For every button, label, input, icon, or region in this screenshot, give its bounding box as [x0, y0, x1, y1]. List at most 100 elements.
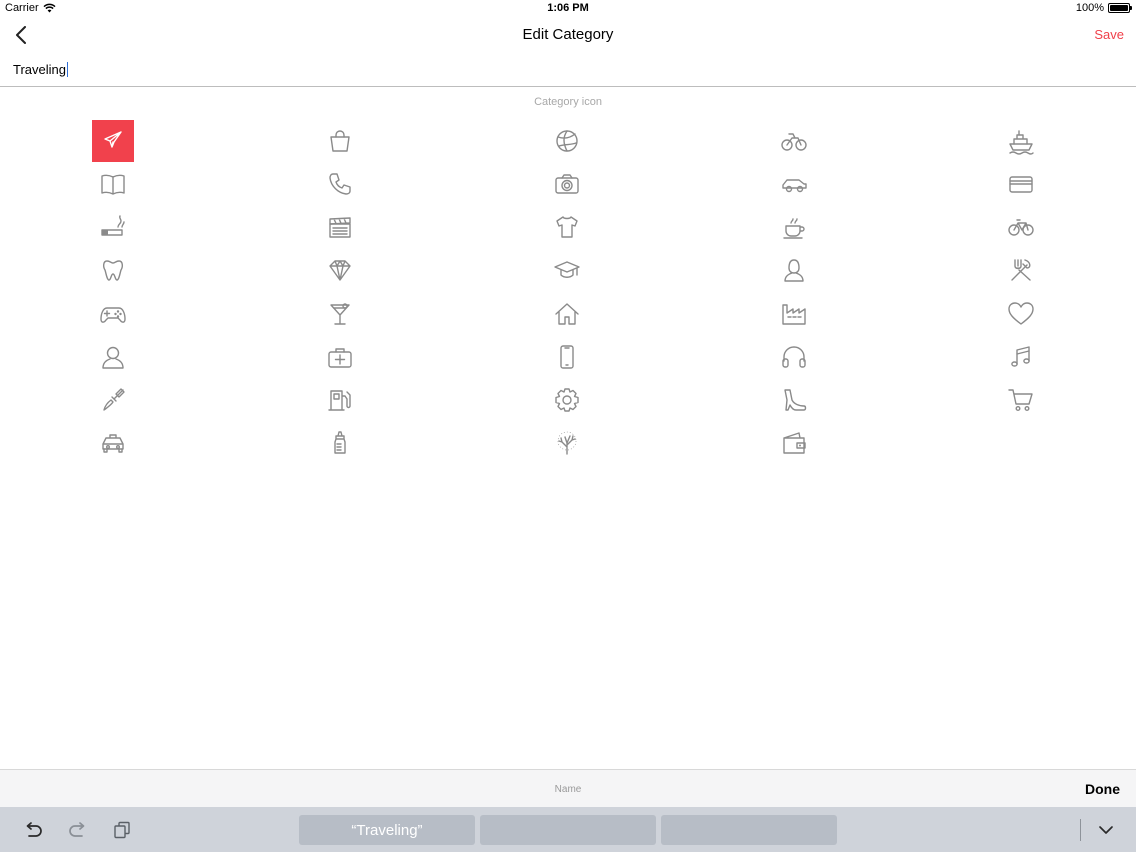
icon-option-tree[interactable]	[546, 422, 588, 464]
shopping-cart-icon	[1008, 389, 1033, 412]
suggestion-1[interactable]: “Traveling”	[299, 815, 475, 845]
paste-button[interactable]	[110, 818, 134, 842]
icon-option-fuel-pump[interactable]	[319, 379, 361, 421]
first-aid-kit-icon	[328, 348, 352, 368]
car-icon	[782, 179, 807, 193]
factory-icon	[782, 304, 806, 325]
category-name-value: Traveling	[13, 62, 66, 77]
coffee-cup-icon	[783, 218, 805, 239]
icon-option-first-aid-kit[interactable]	[319, 336, 361, 378]
baby-bottle-icon	[334, 431, 346, 454]
icon-option-diamond[interactable]	[319, 249, 361, 291]
icon-option-motorcycle[interactable]	[773, 120, 815, 162]
phone-icon	[329, 173, 351, 195]
clock: 1:06 PM	[547, 2, 589, 14]
tshirt-icon	[556, 216, 578, 238]
text-caret	[66, 62, 69, 77]
done-button[interactable]: Done	[1085, 781, 1120, 797]
save-button[interactable]: Save	[1094, 27, 1124, 42]
icon-option-high-heel[interactable]	[773, 379, 815, 421]
section-label: Category icon	[534, 96, 602, 108]
headphones-icon	[782, 346, 806, 368]
icon-option-heart[interactable]	[1000, 293, 1042, 335]
icon-option-shopping-bag[interactable]	[319, 120, 361, 162]
dismiss-keyboard-button[interactable]	[1094, 818, 1118, 842]
icon-option-bicycle[interactable]	[1000, 206, 1042, 248]
icon-option-volleyball[interactable]	[546, 120, 588, 162]
icon-option-camera[interactable]	[546, 163, 588, 205]
wallet-icon	[783, 432, 806, 454]
icon-option-shopping-cart[interactable]	[1000, 379, 1042, 421]
credit-card-icon	[1009, 176, 1033, 193]
heart-icon	[1008, 302, 1034, 325]
redo-icon	[69, 822, 85, 837]
battery-percent: 100%	[1075, 2, 1104, 14]
volleyball-icon	[556, 130, 578, 152]
smartphone-icon	[560, 345, 574, 369]
keyboard-accessory-bar: Name Done	[0, 769, 1136, 807]
battery-icon	[1108, 3, 1132, 13]
icon-option-fork-knife[interactable]	[1000, 249, 1042, 291]
person-icon	[102, 346, 124, 369]
page-title: Edit Category	[522, 26, 614, 43]
icon-option-gamepad[interactable]	[92, 293, 134, 335]
chevron-down-icon	[1099, 826, 1113, 834]
icon-option-music-note[interactable]	[1000, 336, 1042, 378]
icon-option-airplane[interactable]	[92, 120, 134, 162]
icon-option-coffee-cup[interactable]	[773, 206, 815, 248]
icon-option-factory[interactable]	[773, 293, 815, 335]
icon-option-car[interactable]	[773, 163, 815, 205]
icon-option-gear[interactable]	[546, 379, 588, 421]
cigarette-icon	[101, 215, 125, 236]
taxi-icon	[102, 434, 124, 453]
suggestion-2[interactable]	[480, 815, 656, 845]
graduation-cap-icon	[554, 261, 580, 278]
icon-option-baby-bottle[interactable]	[319, 422, 361, 464]
person-female-icon	[784, 259, 804, 282]
icon-option-smartphone[interactable]	[546, 336, 588, 378]
icon-option-person-female[interactable]	[773, 249, 815, 291]
icon-option-phone[interactable]	[319, 163, 361, 205]
ship-icon	[1009, 130, 1034, 155]
icon-option-ship[interactable]	[1000, 120, 1042, 162]
icon-option-taxi[interactable]	[92, 422, 134, 464]
motorcycle-icon	[781, 133, 807, 151]
fork-knife-icon	[1011, 259, 1031, 281]
icon-option-person[interactable]	[92, 336, 134, 378]
tree-icon	[557, 431, 577, 455]
gamepad-icon	[100, 307, 126, 323]
navigation-bar: Edit Category Save	[0, 18, 1136, 52]
paste-icon	[114, 821, 130, 839]
cocktail-icon	[330, 303, 350, 325]
icon-option-tooth[interactable]	[92, 249, 134, 291]
shopping-bag-icon	[330, 130, 350, 152]
icon-option-credit-card[interactable]	[1000, 163, 1042, 205]
undo-icon	[26, 822, 42, 837]
icon-option-book[interactable]	[92, 163, 134, 205]
icon-option-graduation-cap[interactable]	[546, 249, 588, 291]
home-icon	[555, 303, 579, 325]
airplane-icon	[104, 131, 122, 148]
camera-icon	[555, 174, 579, 194]
icon-option-tshirt[interactable]	[546, 206, 588, 248]
gear-icon	[555, 388, 579, 412]
tooth-icon	[102, 260, 124, 281]
icon-option-clapperboard[interactable]	[319, 206, 361, 248]
status-bar: Carrier 1:06 PM 100%	[0, 0, 1136, 18]
paint-brush-icon	[103, 388, 125, 411]
book-icon	[101, 174, 125, 195]
battery-fill	[1110, 5, 1128, 11]
category-name-field[interactable]: Traveling	[0, 56, 1136, 87]
clapperboard-icon	[329, 217, 351, 238]
redo-button[interactable]	[66, 818, 90, 842]
icon-option-headphones[interactable]	[773, 336, 815, 378]
music-note-icon	[1011, 346, 1030, 367]
icon-option-cocktail[interactable]	[319, 293, 361, 335]
icon-option-wallet[interactable]	[773, 422, 815, 464]
icon-option-cigarette[interactable]	[92, 206, 134, 248]
suggestion-3[interactable]	[661, 815, 837, 845]
icon-option-paint-brush[interactable]	[92, 379, 134, 421]
undo-button[interactable]	[21, 818, 45, 842]
accessory-title: Name	[554, 784, 582, 795]
icon-option-home[interactable]	[546, 293, 588, 335]
